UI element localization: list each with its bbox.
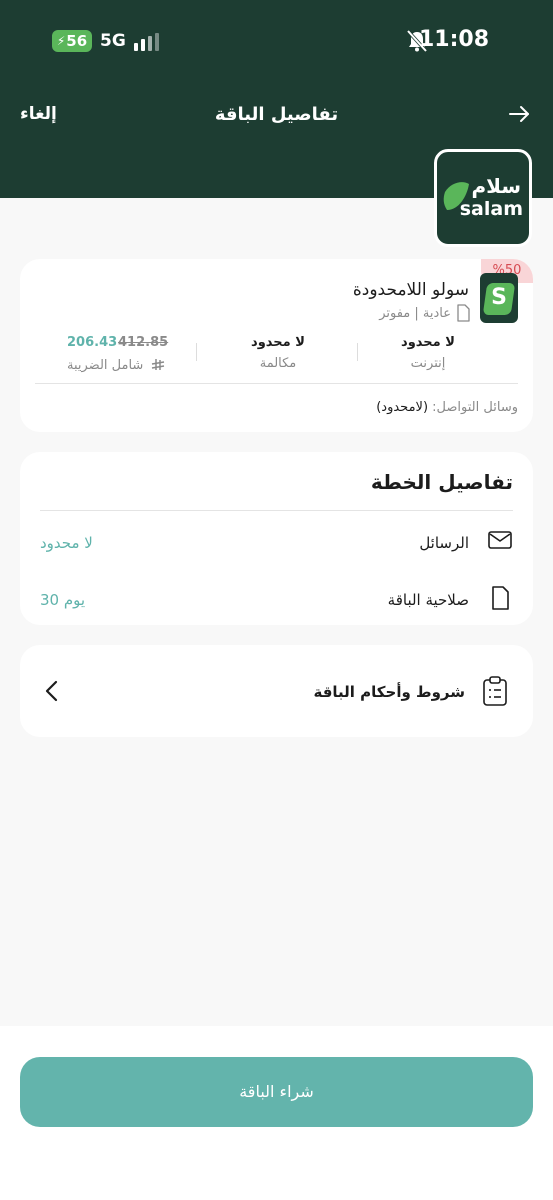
tax-label: شامل الضريبة — [67, 358, 144, 373]
document-icon — [457, 304, 470, 322]
divider — [40, 510, 513, 511]
logo-latin-text: salam — [459, 198, 523, 220]
logo-arabic-text: سلام — [471, 174, 521, 198]
plan-details-card: تفاصيل الخطة الرسائل لا محدود صلاحية الب… — [20, 452, 533, 625]
network-type: 5G — [100, 31, 126, 51]
status-bar: ⚡ 56 5G 11:08 — [0, 0, 553, 82]
battery-level: 56 — [66, 32, 88, 50]
terms-conditions-row[interactable]: شروط وأحكام الباقة — [20, 645, 533, 737]
back-arrow-icon[interactable] — [507, 102, 531, 126]
price-original: 412.85 — [118, 335, 169, 350]
plan-icon-letter: S — [491, 285, 507, 310]
divider — [35, 383, 518, 384]
social-media-info: وسائل التواصل: (لامحدود) — [376, 400, 518, 415]
calls-allowance: لا محدود مكالمة — [223, 335, 333, 371]
plan-icon: S — [480, 273, 518, 323]
battery-indicator: ⚡ 56 — [52, 30, 92, 52]
price-discounted: 206.43 — [67, 335, 118, 350]
tax-note: شامل الضريبة — [67, 358, 165, 373]
validity-value: 30 يوم — [40, 591, 86, 609]
calls-value: لا محدود — [251, 335, 305, 350]
divider — [196, 343, 197, 361]
plan-type: عادية | مفوتر — [379, 306, 451, 321]
internet-label: إنترنت — [410, 356, 446, 371]
charging-icon: ⚡ — [56, 34, 66, 48]
internet-value: لا محدود — [401, 335, 455, 350]
clipboard-icon — [483, 676, 507, 706]
salam-logo: سلام salam — [434, 149, 532, 247]
plan-name: سولو اللامحدودة — [352, 280, 469, 300]
divider — [357, 343, 358, 361]
social-value: (لامحدود) — [376, 400, 429, 415]
validity-label: صلاحية الباقة — [387, 591, 469, 609]
messages-label: الرسائل — [419, 534, 469, 552]
signal-icon — [134, 33, 159, 51]
terms-label: شروط وأحكام الباقة — [313, 683, 465, 701]
plan-summary-card[interactable]: %50 S سولو اللامحدودة عادية | مفوتر لا م… — [20, 259, 533, 432]
clock: 11:08 — [418, 27, 489, 52]
social-label: وسائل التواصل: — [432, 400, 518, 415]
internet-allowance: لا محدود إنترنت — [373, 335, 483, 371]
document-icon — [492, 586, 509, 610]
chevron-left-icon[interactable] — [42, 679, 62, 703]
messages-value: لا محدود — [40, 534, 93, 552]
page-title: تفاصيل الباقة — [214, 104, 339, 125]
envelope-icon — [488, 531, 512, 549]
calls-label: مكالمة — [259, 356, 297, 371]
plan-details-title: تفاصيل الخطة — [370, 470, 513, 494]
riyal-icon — [151, 358, 165, 372]
buy-plan-button[interactable]: شراء الباقة — [20, 1057, 533, 1127]
